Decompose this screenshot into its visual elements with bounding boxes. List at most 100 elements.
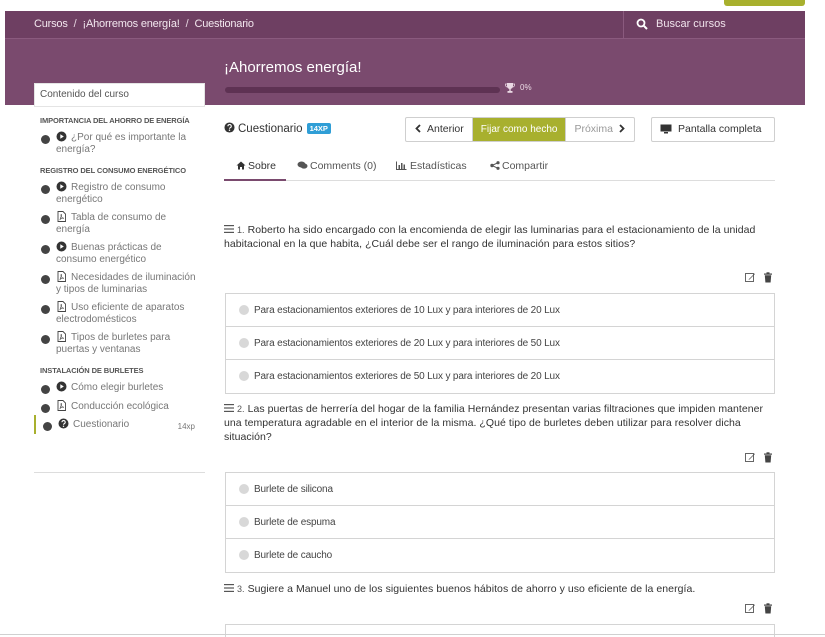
answer-option[interactable]: Para estacionamientos exteriores de 20 L…	[226, 327, 774, 360]
answer-option-label: Para estacionamientos exteriores de 10 L…	[254, 305, 560, 316]
answer-option[interactable]: Burlete de caucho	[226, 539, 774, 572]
progress-percent: 0%	[520, 83, 532, 92]
question-tools	[745, 452, 775, 464]
play-circle-icon	[56, 381, 67, 392]
pdf-file-icon	[57, 211, 66, 222]
radio-button[interactable]	[239, 550, 249, 560]
tab-share[interactable]: Compartir	[490, 160, 548, 172]
course-progress-bar	[225, 87, 500, 93]
sidebar-item[interactable]: Cómo elegir burletes	[34, 378, 205, 397]
lesson-title-text: Cuestionario	[238, 123, 303, 135]
status-dot	[43, 422, 52, 431]
chevron-left-icon	[415, 124, 421, 133]
answer-option-label: Para estacionamientos exteriores de 20 L…	[254, 338, 560, 349]
tab-share-label: Compartir	[502, 160, 549, 172]
bar-chart-icon	[396, 161, 407, 170]
trophy-icon	[505, 83, 515, 93]
search-input[interactable]: Buscar cursos	[656, 18, 726, 30]
search-icon	[636, 18, 648, 30]
sidebar-item[interactable]: Tipos de burletes para puertas y ventana…	[34, 328, 205, 358]
play-circle-icon	[56, 131, 67, 142]
play-circle-icon	[56, 241, 67, 252]
sidebar-item[interactable]: Buenas prácticas de consumo energético	[34, 238, 205, 268]
edit-icon[interactable]	[745, 452, 756, 463]
breadcrumb-course[interactable]: ¡Ahorremos energía!	[83, 18, 180, 30]
top-bar: Cursos / ¡Ahorremos energía! / Cuestionario …	[5, 11, 805, 39]
sidebar-item-label: Registro de consumo energético	[56, 182, 166, 205]
breadcrumb-courses[interactable]: Cursos	[34, 18, 68, 30]
question-number: 2.	[237, 404, 245, 414]
question-body: Sugiere a Manuel uno de los siguientes b…	[247, 583, 696, 595]
breadcrumb-separator: /	[185, 18, 189, 30]
sidebar-item[interactable]: Registro de consumo energético	[34, 178, 205, 208]
status-dot	[41, 215, 50, 224]
trash-icon[interactable]	[763, 272, 773, 283]
sidebar-item[interactable]: Uso eficiente de aparatos electrodomésti…	[34, 298, 205, 328]
question-text: 2. Las puertas de herrería del hogar de …	[224, 402, 776, 444]
previous-button[interactable]: Anterior	[406, 118, 473, 141]
fullscreen-label: Pantalla completa	[678, 123, 762, 135]
drag-handle-icon	[224, 404, 234, 412]
edit-icon[interactable]	[745, 603, 756, 614]
sidebar-item[interactable]: Cuestionario 14xp	[34, 415, 205, 434]
top-action-button[interactable]	[724, 0, 805, 6]
tab-about[interactable]: Sobre	[236, 160, 276, 172]
pdf-file-icon	[57, 399, 66, 411]
answer-option[interactable]: Burlete de silicona	[226, 473, 774, 506]
sidebar-item[interactable]: Necesidades de iluminación y tipos de lu…	[34, 268, 205, 298]
radio-button[interactable]	[239, 371, 249, 381]
trash-icon[interactable]	[763, 603, 773, 614]
answer-option[interactable]: Para estacionamientos exteriores de 50 L…	[226, 360, 774, 393]
sidebar-divider	[34, 472, 205, 473]
pdf-file-icon	[57, 301, 66, 312]
next-label: Próxima	[574, 123, 613, 135]
sidebar-item[interactable]: ¿Por qué es importante la energía?	[34, 128, 205, 158]
sidebar-item[interactable]: Conducción ecológica	[34, 397, 205, 416]
lesson-tabs: Sobre Comments (0) Estadísticas Comparti…	[224, 154, 775, 181]
sidebar-title: Contenido del curso	[40, 89, 129, 100]
share-icon	[490, 161, 500, 170]
question-tools	[745, 272, 775, 284]
question-circle-icon	[224, 122, 235, 133]
status-dot	[41, 403, 50, 413]
answer-option-label: Burlete de caucho	[254, 550, 333, 561]
trash-icon[interactable]	[763, 452, 773, 463]
radio-button[interactable]	[239, 484, 249, 494]
answer-option[interactable]: Burlete de espuma	[226, 506, 774, 539]
radio-button[interactable]	[239, 338, 249, 348]
radio-button[interactable]	[239, 305, 249, 315]
edit-icon[interactable]	[745, 272, 756, 283]
sidebar-item-label: Uso eficiente de aparatos electrodomésti…	[56, 302, 185, 325]
lesson-nav: Anterior Fijar como hecho Próxima	[405, 117, 635, 142]
radio-button[interactable]	[239, 517, 249, 527]
sidebar-item-label: Cómo elegir burletes	[71, 382, 164, 393]
sidebar-item[interactable]: Tabla de consumo de energía	[34, 208, 205, 238]
fullscreen-button[interactable]: Pantalla completa	[651, 117, 775, 142]
status-dot	[41, 305, 50, 314]
course-outline: IMPORTANCIA DEL AHORRO DE ENERGÍA ¿Por qu…	[34, 108, 205, 434]
section-title: IMPORTANCIA DEL AHORRO DE ENERGÍA	[40, 116, 190, 125]
sidebar-item-xp: 14xp	[177, 422, 195, 431]
tab-statistics[interactable]: Estadísticas	[396, 160, 467, 172]
next-button[interactable]: Próxima	[566, 118, 634, 141]
xp-badge: 14XP	[306, 123, 331, 134]
tab-comments[interactable]: Comments (0)	[297, 160, 377, 172]
drag-handle-icon	[224, 584, 234, 592]
sidebar-item-label: Tipos de burletes para puertas y ventana…	[56, 332, 171, 355]
lesson-title: Cuestionario 14XP	[224, 122, 331, 135]
home-icon	[236, 161, 246, 170]
question-number: 1.	[237, 225, 245, 235]
status-dot	[41, 245, 50, 254]
status-dot	[41, 335, 50, 344]
question-number: 3.	[237, 584, 245, 594]
sidebar-item-label: Necesidades de iluminación y tipos de lu…	[56, 272, 196, 295]
breadcrumb: Cursos / ¡Ahorremos energía! / Cuestionario	[34, 18, 254, 30]
previous-label: Anterior	[427, 123, 464, 135]
search-box[interactable]: Buscar cursos	[623, 11, 805, 39]
options-list: Burlete de silicona Burlete de espuma Burl…	[225, 472, 775, 573]
question-circle-icon	[58, 418, 69, 429]
sidebar-item-label: Buenas prácticas de consumo energético	[56, 242, 162, 265]
play-circle-icon	[56, 181, 67, 192]
answer-option[interactable]: Para estacionamientos exteriores de 10 L…	[226, 294, 774, 327]
mark-done-button[interactable]: Fijar como hecho	[472, 118, 567, 141]
